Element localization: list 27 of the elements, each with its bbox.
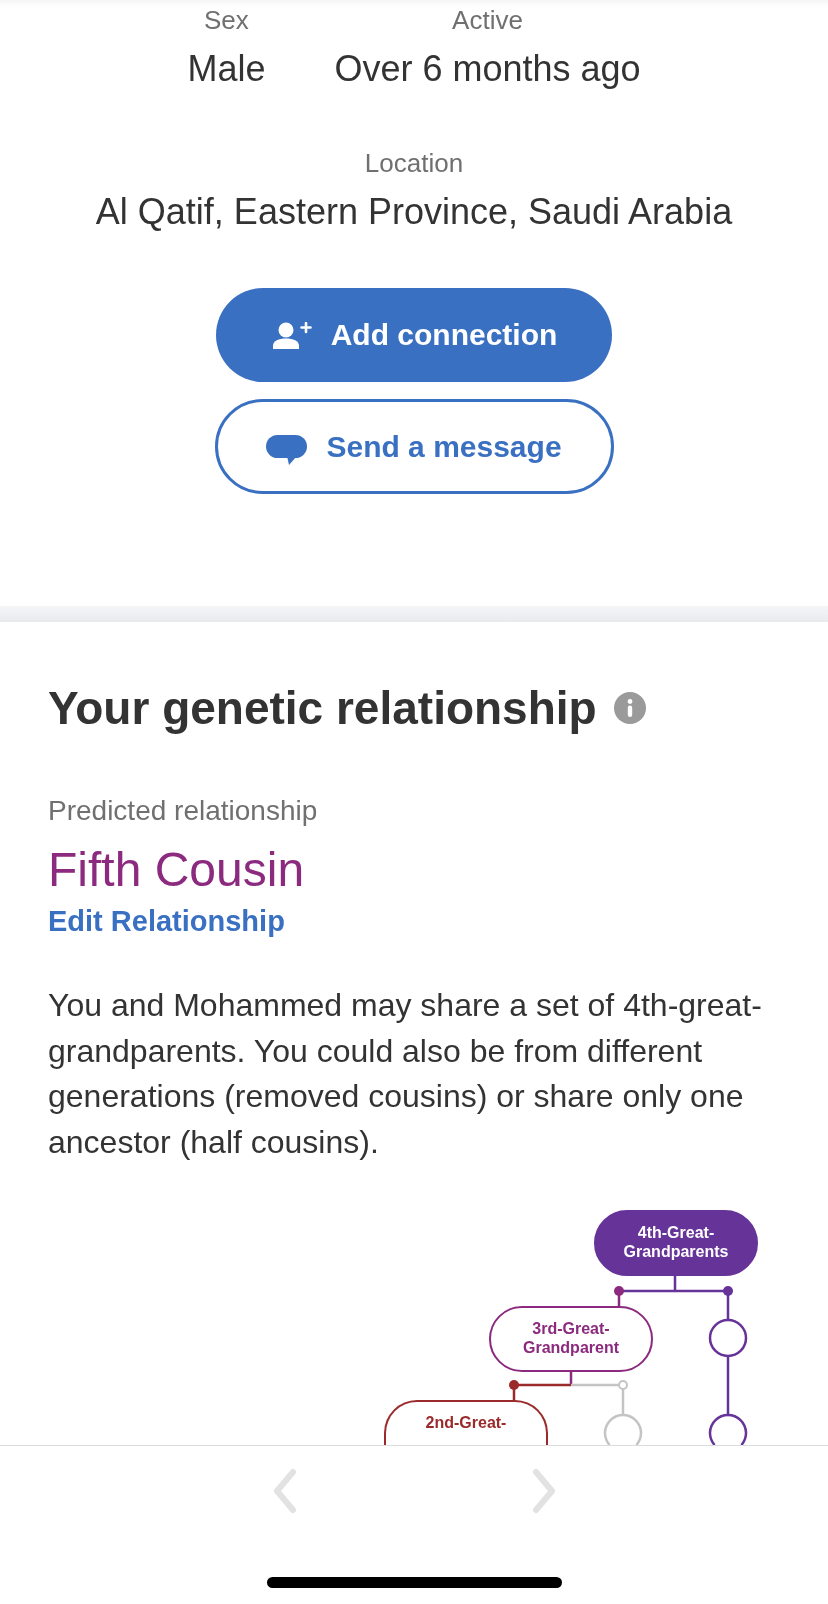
field-value: Al Qatif, Eastern Province, Saudi Arabia <box>95 190 733 234</box>
tree-node: 2nd-Great- <box>384 1400 548 1445</box>
chat-bubble-icon <box>266 434 308 465</box>
chevron-left-icon <box>271 1468 298 1514</box>
tree-node: 3rd-Great-Grandparent <box>489 1306 653 1372</box>
info-icon[interactable] <box>613 692 646 724</box>
add-connection-button[interactable]: Add connection <box>216 288 612 382</box>
junction-ring-icon <box>618 1380 628 1390</box>
relationship-name: Fifth Cousin <box>48 842 305 898</box>
field-label: Active <box>452 4 523 36</box>
tree-node: 4th-Great-Grandparents <box>594 1210 758 1276</box>
chevron-right-icon <box>530 1468 557 1514</box>
field-label: Location <box>364 147 464 179</box>
junction-dot-icon <box>509 1380 519 1390</box>
junction-dot-icon <box>614 1286 624 1296</box>
person-add-icon <box>270 321 312 349</box>
predicted-relationship-label: Predicted relationship <box>48 794 318 828</box>
relationship-description: You and Mohammed may share a set of 4th-great-grandparents. You could also be from different generations (removed cousins) or share only one ancestor (half cousins). <box>48 986 763 1162</box>
field-value: Over 6 months ago <box>334 47 641 91</box>
send-message-button[interactable]: Send a message <box>214 399 614 494</box>
section-heading: Your genetic relationship <box>48 681 597 735</box>
field-label: Sex <box>204 4 249 36</box>
field-value: Male <box>187 47 266 91</box>
junction-dot-icon <box>723 1286 733 1296</box>
connector-line <box>621 1389 625 1415</box>
connector-line <box>726 1356 730 1415</box>
edit-relationship-link[interactable]: Edit Relationship <box>48 903 285 939</box>
